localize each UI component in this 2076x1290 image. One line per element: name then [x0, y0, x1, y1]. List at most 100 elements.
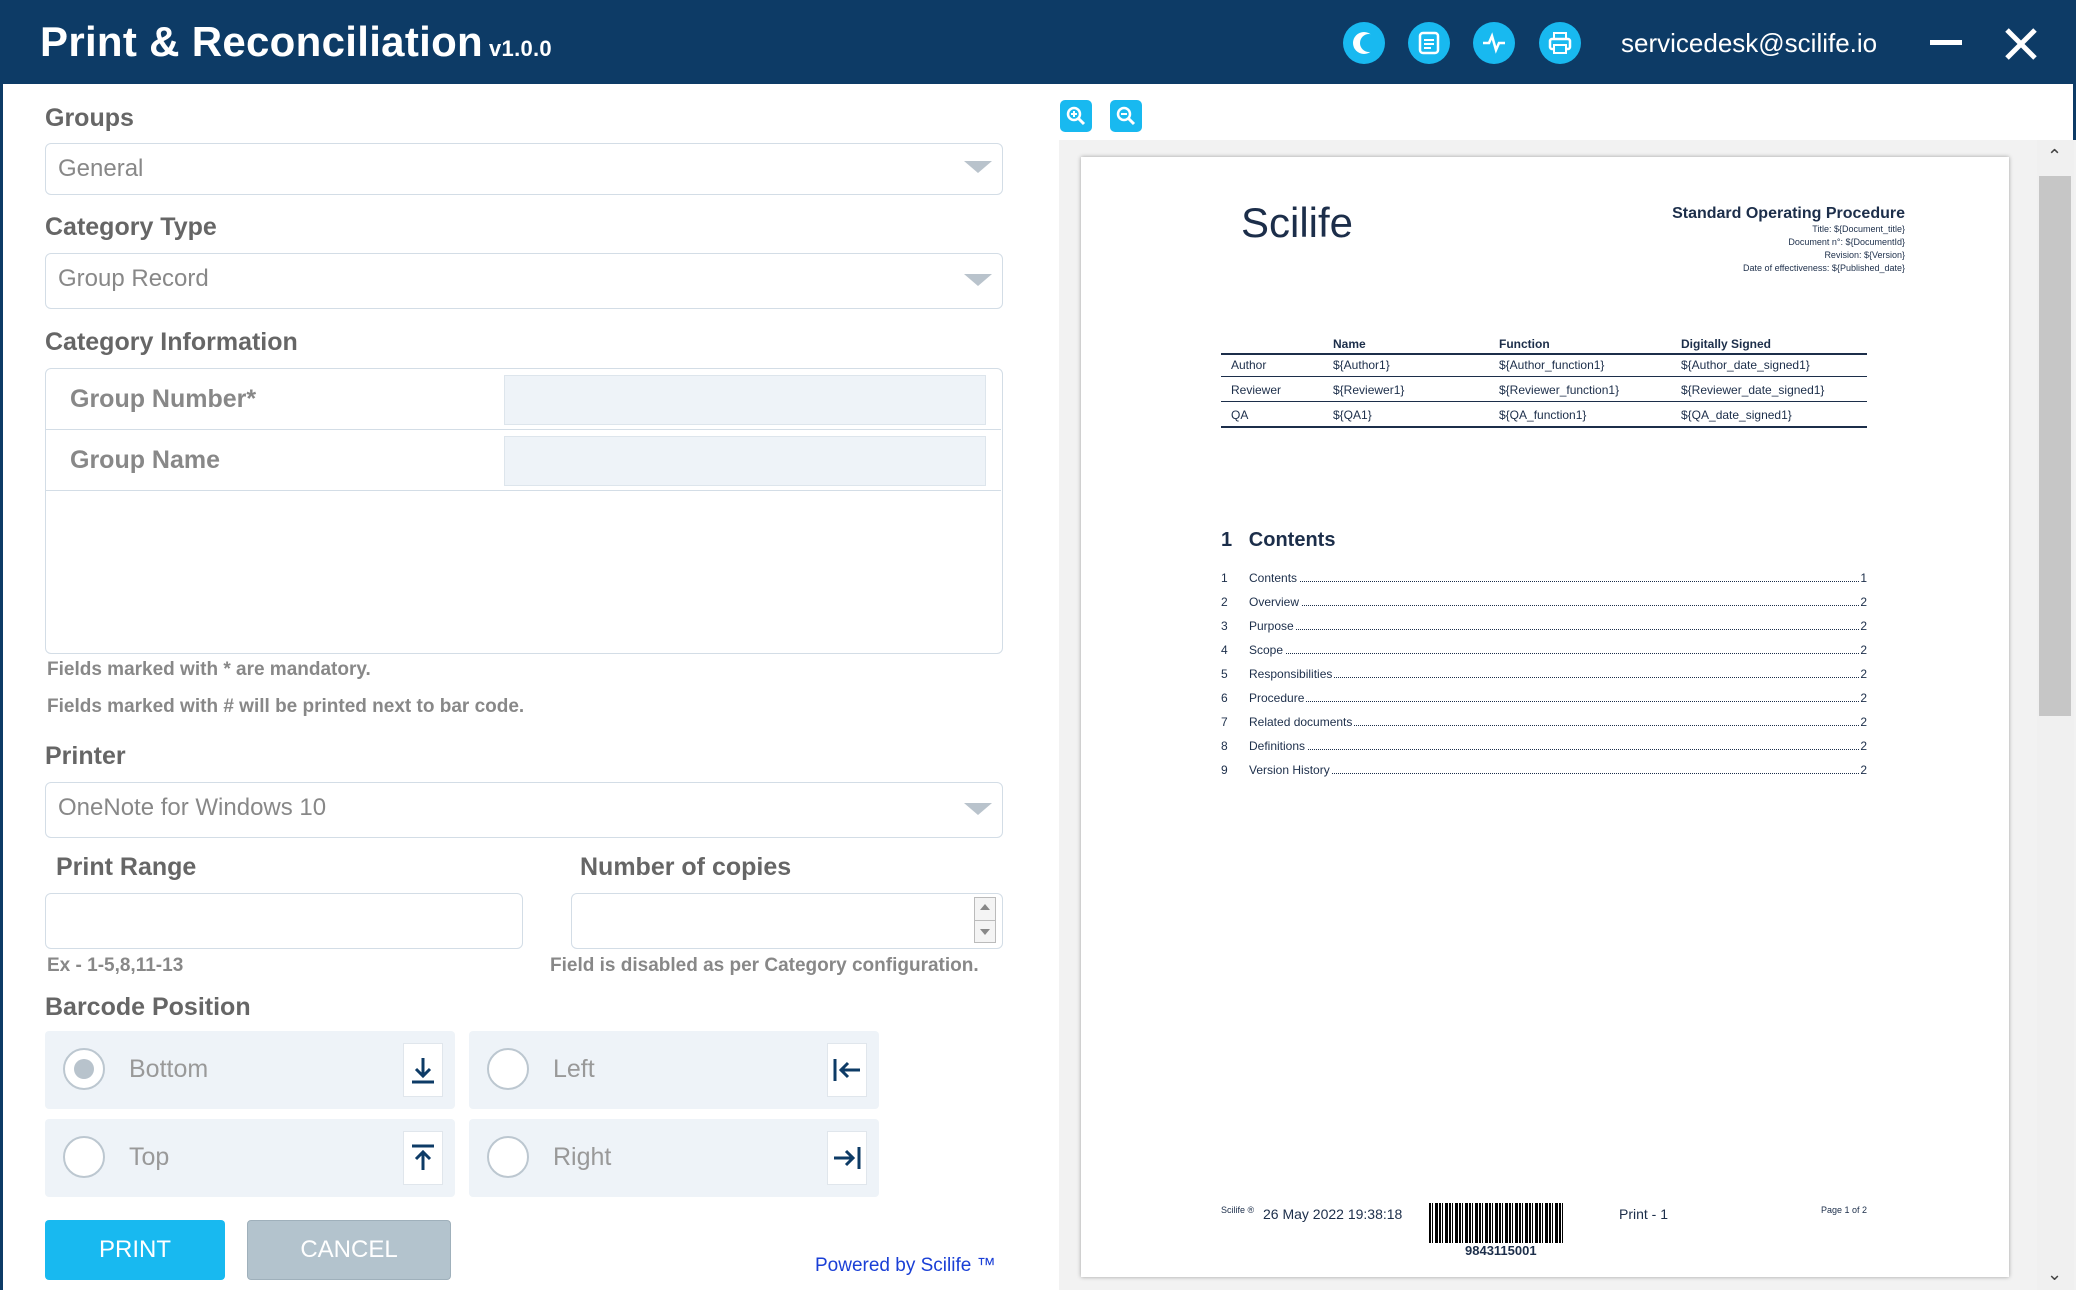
align-left-icon [827, 1043, 867, 1097]
contents-title: Contents [1248, 529, 1336, 551]
group-number-label: Group Number* [70, 385, 257, 413]
toc-leader [1249, 629, 1859, 630]
document-preview[interactable]: Scilife Standard Operating Procedure Tit… [1059, 140, 2076, 1290]
toc-number: 6 [1221, 691, 1228, 705]
category-type-value: Group Record [58, 265, 209, 292]
user-email[interactable]: servicedesk@scilife.io [1621, 28, 1877, 59]
app-title: Print & Reconciliation v1.0.0 [40, 18, 552, 66]
toc-number: 8 [1221, 739, 1228, 753]
sig-date: ${Author_date_signed1} [1681, 358, 1810, 372]
toc-number: 2 [1221, 595, 1228, 609]
hint-barcode: Fields marked with # will be printed nex… [47, 696, 525, 717]
print-range-input[interactable] [45, 893, 523, 949]
radio-left[interactable] [487, 1048, 529, 1090]
footer-page: Page 1 of 2 [1820, 1205, 1867, 1215]
zoom-out-icon[interactable] [1110, 100, 1142, 132]
footer-timestamp: 26 May 2022 19:38:18 [1263, 1206, 1403, 1222]
contents-number: 1 [1221, 529, 1233, 551]
sig-date: ${Reviewer_date_signed1} [1681, 383, 1825, 397]
toc-number: 9 [1221, 763, 1228, 777]
close-icon[interactable] [2001, 24, 2041, 64]
radio-right[interactable] [487, 1136, 529, 1178]
hint-mandatory: Fields marked with * are mandatory. [47, 659, 371, 680]
powered-by-link[interactable]: Powered by Scilife ™ [815, 1255, 996, 1277]
chevron-down-icon [964, 274, 992, 286]
barcode-option-bottom[interactable]: Bottom [45, 1031, 455, 1109]
group-name-row: Group Name [46, 430, 1001, 491]
toc-row: 2 Overview 2 [1221, 595, 1867, 615]
groups-select[interactable]: General [45, 143, 1003, 195]
app-version: v1.0.0 [489, 36, 552, 61]
groups-select-value: General [58, 155, 144, 182]
sig-header-function: Function [1499, 337, 1550, 351]
printer-select-value: OneNote for Windows 10 [58, 794, 327, 821]
toc-title: Purpose [1249, 619, 1296, 633]
barcode-option-right[interactable]: Right [469, 1119, 879, 1197]
release-notes-icon[interactable] [1408, 22, 1450, 64]
category-type-label: Category Type [45, 213, 217, 241]
title-bar: Print & Reconciliation v1.0.0 servicedesk… [3, 0, 2076, 84]
toc-title: Contents [1249, 571, 1300, 585]
preview-scrollbar[interactable]: ⌃ ⌄ [2037, 140, 2074, 1290]
sig-header-signed: Digitally Signed [1681, 337, 1772, 351]
footer-brand: Scilife ® [1221, 1205, 1255, 1215]
toc-title: Overview [1249, 595, 1302, 609]
footer-print: Print - 1 [1619, 1206, 1669, 1222]
copies-hint: Field is disabled as per Category config… [550, 955, 979, 976]
printer-select[interactable]: OneNote for Windows 10 [45, 782, 1003, 838]
minimize-icon[interactable] [1930, 40, 1962, 45]
contents-heading: 1 Contents [1221, 529, 1335, 552]
printer-icon[interactable] [1539, 22, 1581, 64]
toc-title: Related documents [1249, 715, 1355, 729]
sig-role: Author [1231, 358, 1267, 372]
document-logo: Scilife [1241, 199, 1354, 246]
groups-label: Groups [45, 104, 134, 132]
copies-input[interactable] [571, 893, 1003, 949]
print-range-label: Print Range [56, 853, 197, 881]
scroll-down-icon[interactable]: ⌄ [2047, 1264, 2062, 1285]
sig-role: Reviewer [1231, 383, 1282, 397]
scrollbar-thumb[interactable] [2039, 176, 2071, 716]
stepper-divider [975, 920, 995, 921]
stepper-down-icon[interactable] [980, 929, 990, 935]
sop-meta-revision: Revision: ${Version} [1824, 250, 1905, 260]
toc-row: 5 Responsibilities 2 [1221, 667, 1867, 687]
radio-top[interactable] [63, 1136, 105, 1178]
category-info-box: Group Number* Group Name [45, 368, 1003, 654]
sig-rule [1221, 426, 1867, 428]
toc-page: 2 [1860, 763, 1867, 777]
toc-page: 2 [1860, 595, 1867, 609]
sig-function: ${QA_function1} [1499, 408, 1587, 422]
zoom-in-icon[interactable] [1060, 100, 1092, 132]
sig-rule [1221, 401, 1867, 402]
printer-label: Printer [45, 742, 126, 770]
sop-title: Standard Operating Procedure [1672, 205, 1905, 222]
toc-leader [1249, 701, 1859, 702]
toc-number: 5 [1221, 667, 1228, 681]
group-number-input[interactable] [504, 375, 986, 425]
toc-title: Definitions [1249, 739, 1308, 753]
barcode-option-left[interactable]: Left [469, 1031, 879, 1109]
category-type-select[interactable]: Group Record [45, 253, 1003, 309]
align-top-icon [403, 1131, 443, 1185]
radio-bottom[interactable] [63, 1048, 105, 1090]
toc-page: 1 [1860, 571, 1867, 585]
copies-stepper[interactable] [974, 897, 996, 943]
cancel-button[interactable]: CANCEL [247, 1220, 451, 1280]
activity-pulse-icon[interactable] [1473, 22, 1515, 64]
sig-role: QA [1231, 408, 1249, 422]
stepper-up-icon[interactable] [980, 904, 990, 910]
footer-barcode-number: 9843115001 [1465, 1243, 1537, 1258]
toc-row: 9 Version History 2 [1221, 763, 1867, 783]
print-button[interactable]: PRINT [45, 1220, 225, 1280]
barcode-option-label: Bottom [129, 1055, 209, 1083]
sig-name: ${Author1} [1333, 358, 1390, 372]
scroll-up-icon[interactable]: ⌃ [2047, 146, 2062, 167]
barcode-option-label: Left [553, 1055, 595, 1083]
toc-number: 3 [1221, 619, 1228, 633]
sig-rule [1221, 376, 1867, 377]
barcode-option-top[interactable]: Top [45, 1119, 455, 1197]
toc-title: Procedure [1249, 691, 1307, 705]
theme-toggle-icon[interactable] [1343, 22, 1385, 64]
group-name-input[interactable] [504, 436, 986, 486]
